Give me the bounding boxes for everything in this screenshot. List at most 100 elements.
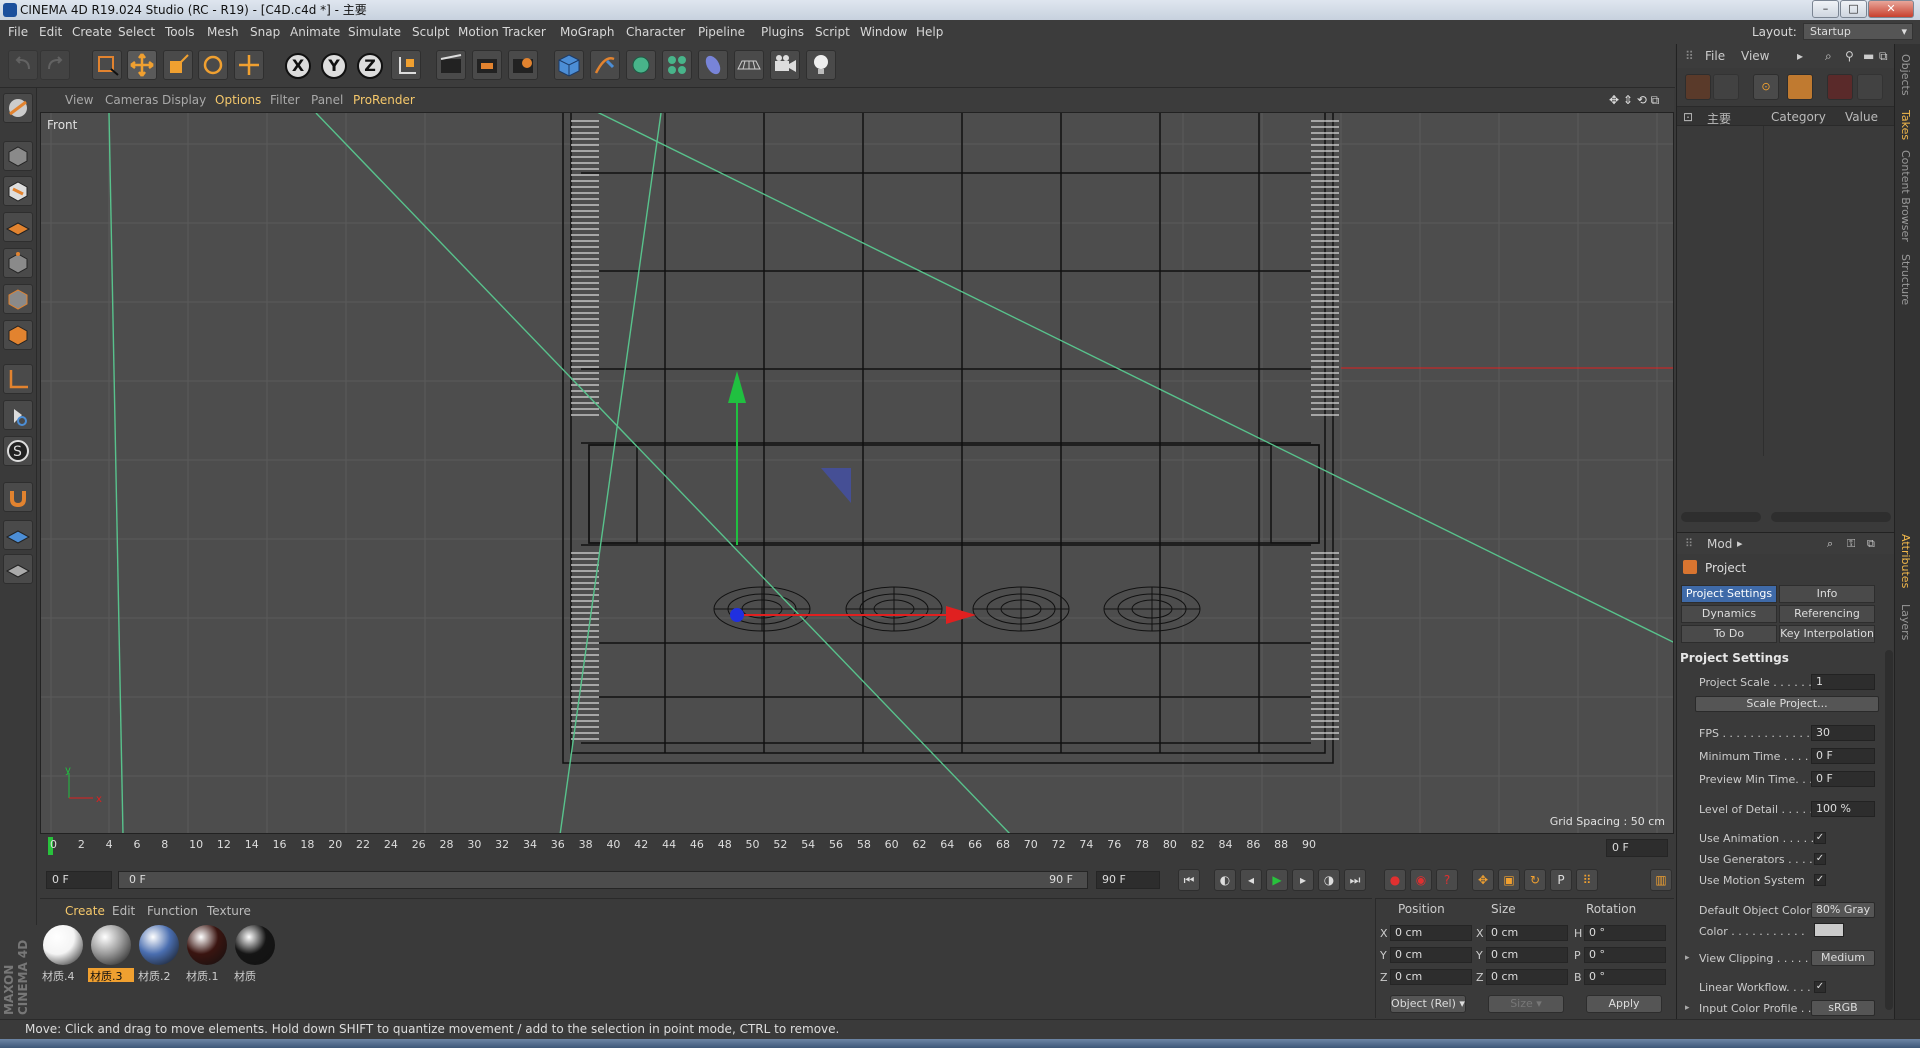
close-button[interactable]: ✕ [1868,0,1914,18]
column-main[interactable]: 主要 [1707,110,1731,127]
end-frame-field[interactable]: 90 F [1096,871,1160,889]
menu-simulate[interactable]: Simulate [348,25,401,39]
color-swatch[interactable] [1814,923,1844,937]
use-motion-system-checkbox[interactable]: ✓ [1814,874,1826,886]
menu-mograph[interactable]: MoGraph [560,25,615,39]
menu-snap[interactable]: Snap [250,25,280,39]
menu-tools[interactable]: Tools [165,25,195,39]
side-tab-takes[interactable]: Takes [1899,110,1912,140]
x-axis-lock-button[interactable]: X [285,53,311,79]
menu-window[interactable]: Window [860,25,907,39]
make-editable-icon[interactable] [3,93,33,123]
menu-animate[interactable]: Animate [290,25,340,39]
workplane-mode-icon[interactable] [3,212,33,242]
material-swatch[interactable]: 材质.2 [136,923,182,983]
vertical-scrollbar[interactable] [1885,650,1893,1010]
floor-icon[interactable] [734,50,764,80]
render-settings-button[interactable] [508,50,538,80]
model-mode-icon[interactable] [3,141,33,171]
expand-arrow-icon[interactable]: ▸ [1685,1003,1690,1013]
minimize-button[interactable]: – [1812,0,1839,18]
material-swatch[interactable]: 材质.1 [184,923,230,983]
view-clipping-select[interactable]: Medium [1811,950,1875,966]
tab-to-do[interactable]: To Do [1681,625,1777,643]
timeline-ruler[interactable]: 0 2 4 6 8 10 12 14 16 18 20 22 24 26 28 30 32 34 36 38 40 42 4… [40,834,1674,862]
timeline-window-icon[interactable]: ▥ [1650,869,1672,891]
front-viewport[interactable]: y x Front Grid Spacing : 50 cm [40,112,1674,834]
viewport-menu-view[interactable]: View [65,93,93,107]
expand-arrow-icon[interactable]: ▸ [1685,953,1690,963]
horizontal-scrollbar[interactable] [1681,512,1761,522]
next-frame-icon[interactable]: ▸ [1292,869,1314,891]
fps-field[interactable]: 30 [1811,725,1875,741]
next-key-icon[interactable]: ◑ [1318,869,1340,891]
position-z-field[interactable]: 0 cm [1390,969,1472,985]
position-x-field[interactable]: 0 cm [1390,925,1472,941]
light-icon[interactable] [806,50,836,80]
search-icon[interactable]: ⌕ [1825,49,1832,64]
rotation-p-field[interactable]: 0 ° [1584,947,1666,963]
record-keys-icon[interactable]: ● [1384,869,1406,891]
z-axis-lock-button[interactable]: Z [357,53,383,79]
size-x-field[interactable]: 0 cm [1486,925,1568,941]
minimum-time-field[interactable]: 0 F [1811,748,1875,764]
start-frame-field[interactable]: 0 F [46,871,112,889]
pen-spline-icon[interactable] [590,50,620,80]
lock-icon[interactable]: ⚿ [1847,537,1855,551]
object-list[interactable] [1677,126,1895,456]
tab-referencing[interactable]: Referencing [1779,605,1875,623]
rotation-b-field[interactable]: 0 ° [1584,969,1666,985]
side-tab-layers[interactable]: Layers [1899,604,1912,640]
apply-button[interactable]: Apply [1586,995,1662,1013]
size-z-field[interactable]: 0 cm [1486,969,1568,985]
viewport-menu-cameras[interactable]: Cameras [105,93,158,107]
position-y-field[interactable]: 0 cm [1390,947,1472,963]
size-y-field[interactable]: 0 cm [1486,947,1568,963]
menu-help[interactable]: Help [916,25,943,39]
project-scale-field[interactable]: 1 [1811,674,1875,690]
key-pla-icon[interactable]: ⠿ [1576,869,1598,891]
viewport-menu-prorender[interactable]: ProRender [353,93,415,107]
menu-character[interactable]: Character [626,25,685,39]
menu-file[interactable]: File [8,25,28,39]
attribute-menu-mode[interactable]: Mod [1707,537,1732,551]
render-take-icon[interactable] [1827,74,1853,100]
coordinate-mode-select[interactable]: Object (Rel) ▾ [1390,995,1466,1013]
new-view-icon[interactable]: ▬ [1863,49,1874,63]
menu-create[interactable]: Create [72,25,112,39]
play-forward-icon[interactable]: ▶ [1266,869,1288,891]
add-take-icon[interactable] [1685,74,1711,100]
menu-plugins[interactable]: Plugins [761,25,804,39]
material-menu-function[interactable]: Function [147,904,198,918]
side-tab-structure[interactable]: Structure [1899,254,1912,305]
menu-mesh[interactable]: Mesh [207,25,239,39]
key-scale-icon[interactable]: ▣ [1498,869,1520,891]
key-rotation-icon[interactable]: ↻ [1524,869,1546,891]
menu-pipeline[interactable]: Pipeline [698,25,745,39]
search-icon[interactable]: ⌕ [1827,537,1833,551]
coordinate-system-button[interactable] [391,50,421,80]
snap-icon[interactable]: S [3,436,33,466]
go-to-end-icon[interactable]: ⏭ [1344,869,1366,891]
material-menu-texture[interactable]: Texture [207,904,251,918]
column-value[interactable]: Value [1845,110,1878,124]
viewport-menu-filter[interactable]: Filter [270,93,300,107]
transform-tool-button[interactable] [234,50,264,80]
layout-select[interactable]: Startup ▾ [1803,23,1913,40]
tweak-mode-icon[interactable] [3,400,33,430]
cloner-icon[interactable] [662,50,692,80]
viewport-navigation-icons[interactable]: ✥ ⇕ ⟲ ⧉ [1609,93,1659,108]
menu-sculpt[interactable]: Sculpt [412,25,449,39]
material-menu-create[interactable]: Create [65,904,105,918]
rotation-h-field[interactable]: 0 ° [1584,925,1666,941]
magnet-icon[interactable] [3,482,33,512]
object-menu-view[interactable]: View [1741,49,1769,63]
override-icon[interactable]: ⊙ [1753,74,1779,100]
side-tab-attributes[interactable]: Attributes [1899,534,1912,588]
menu-edit[interactable]: Edit [39,25,62,39]
material-menu-edit[interactable]: Edit [112,904,135,918]
material-swatch[interactable]: 材质.4 [40,923,86,983]
use-generators-checkbox[interactable]: ✓ [1814,853,1826,865]
input-color-profile-select[interactable]: sRGB [1811,1000,1875,1016]
key-parameter-icon[interactable]: P [1550,869,1572,891]
